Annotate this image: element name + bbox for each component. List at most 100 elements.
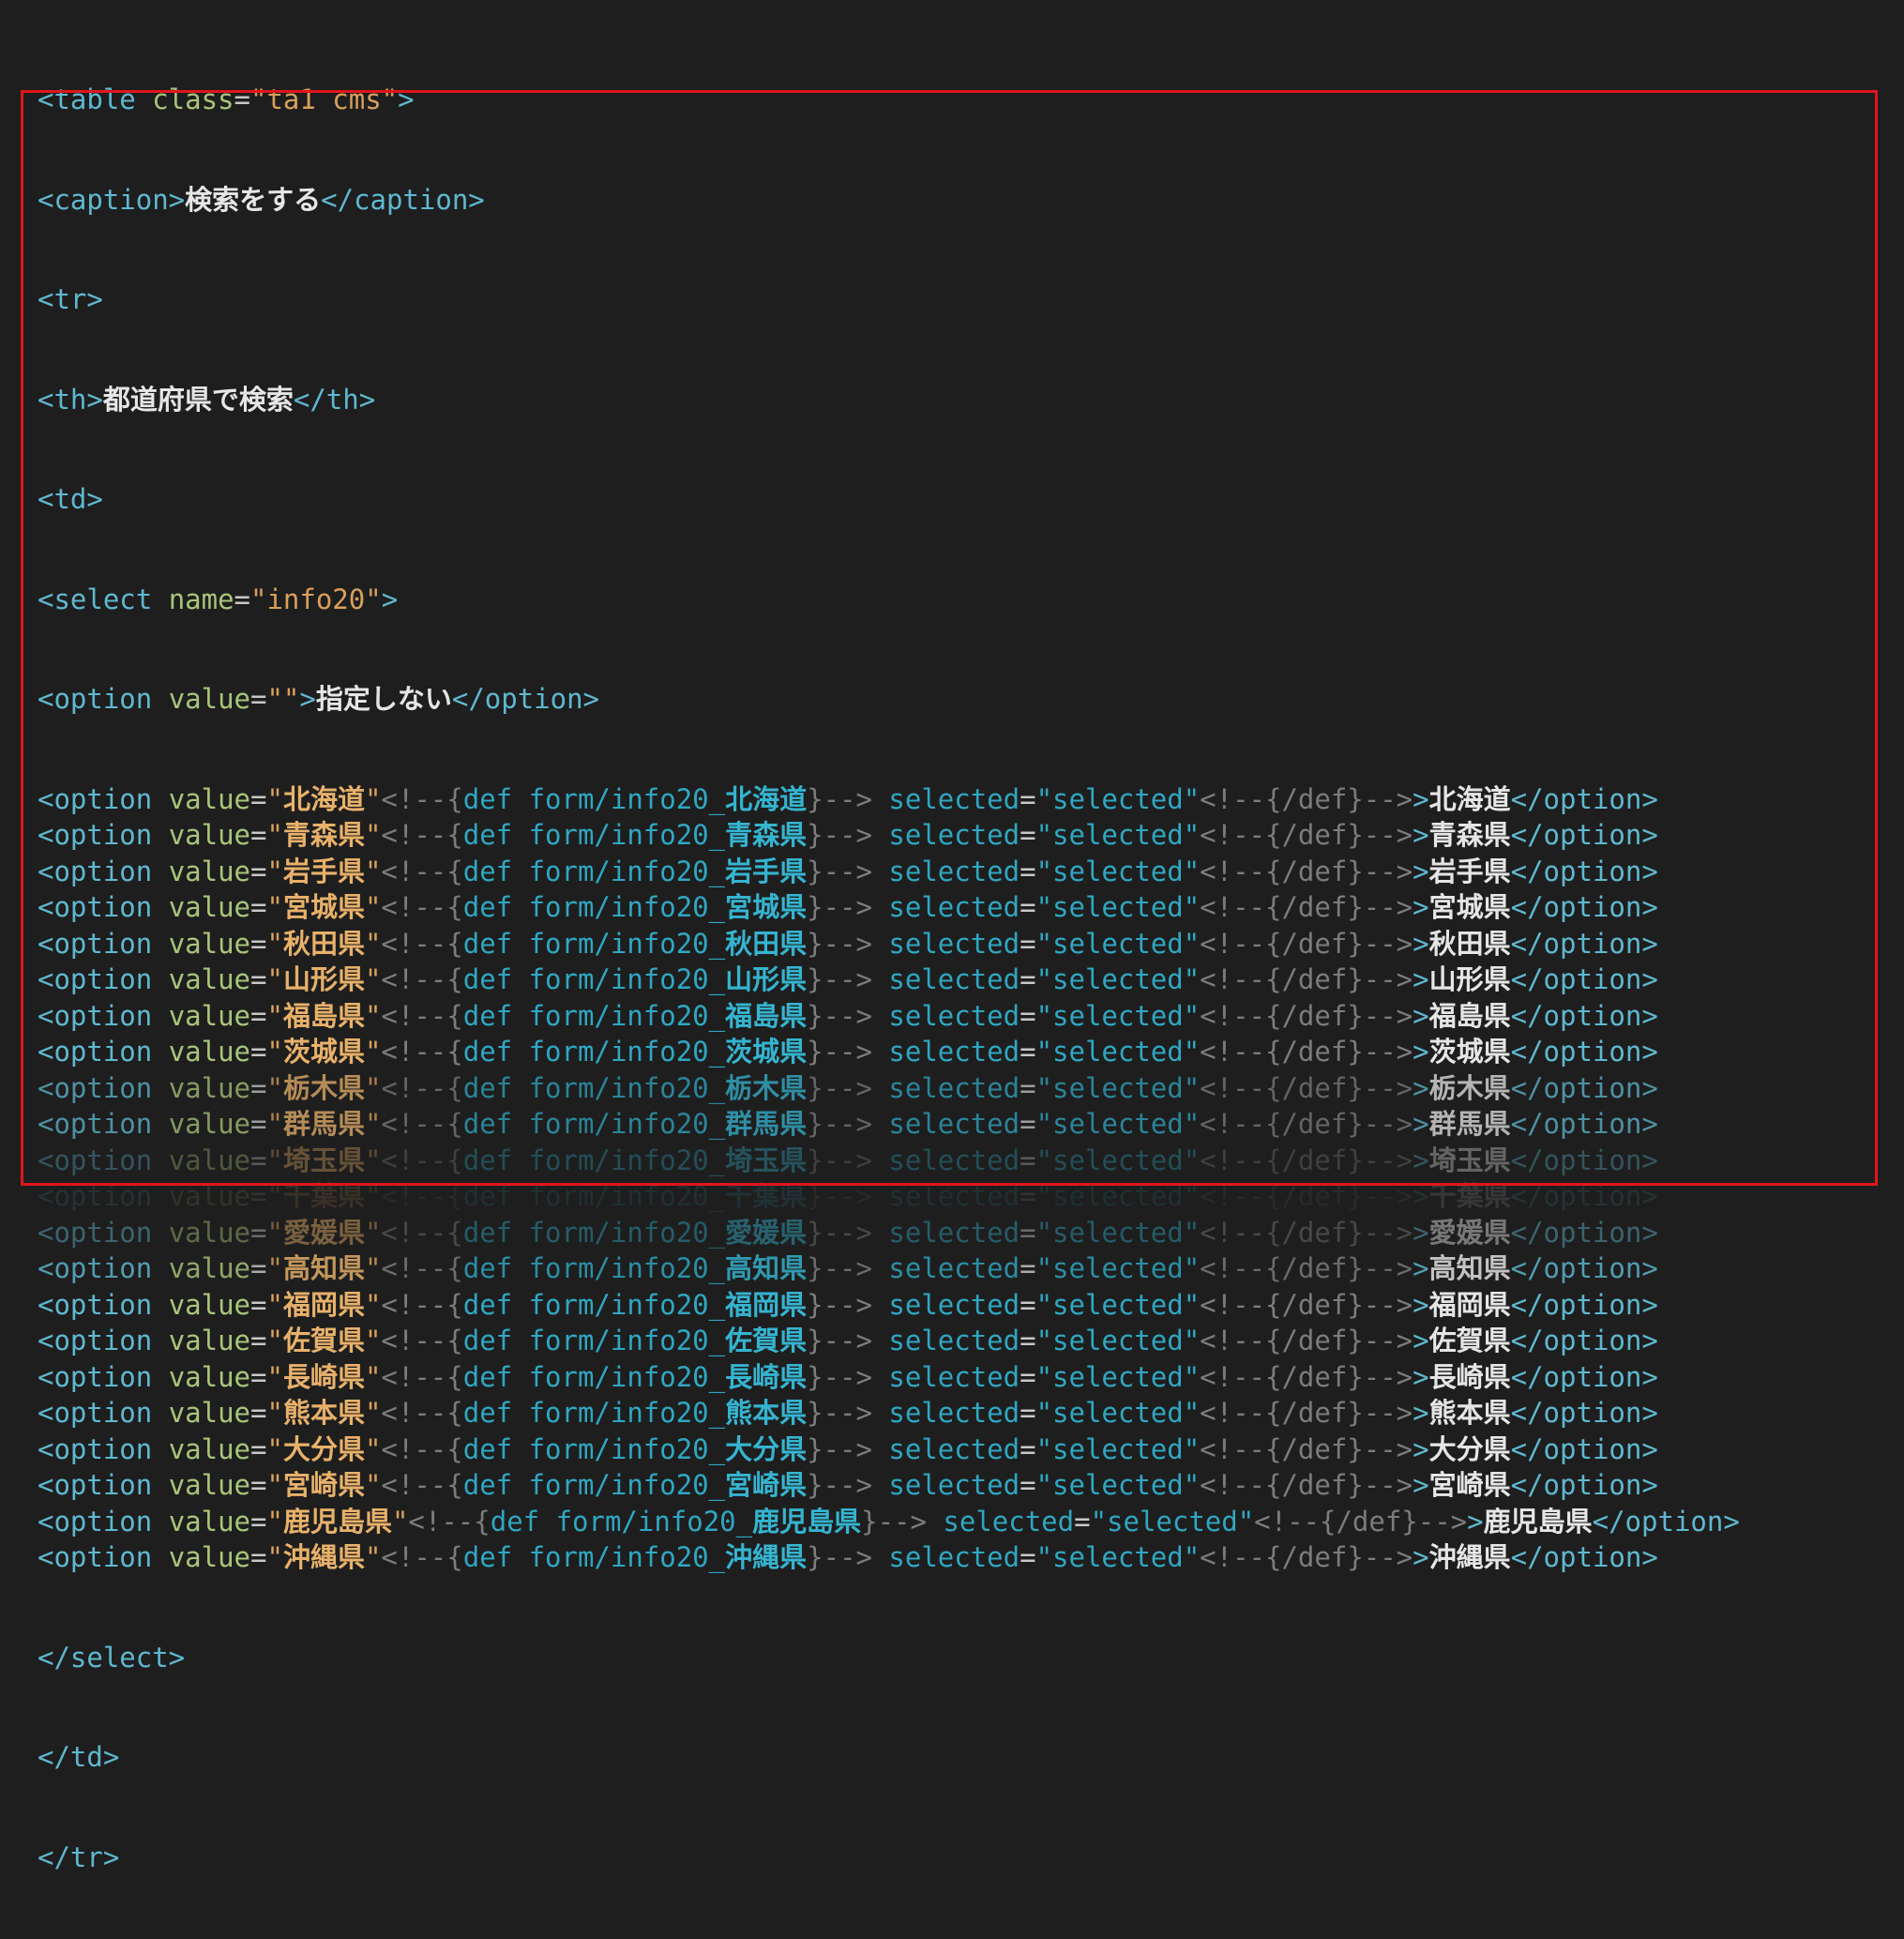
code-token: <option [38,1325,169,1356]
code-token: = [1074,1505,1091,1538]
code-token: 熊本県 [725,1397,808,1429]
code-line-option: <option value="北海道"<!--{def form/info20_… [38,781,1740,818]
code-line-option: <option value="沖縄県"<!--{def form/info20_… [38,1539,1740,1576]
code-token: def form/info20_ [490,1505,753,1538]
code-token: <!--{/def}--> [1200,999,1413,1032]
code-token: selected [871,1252,1020,1284]
code-token: <!--{ [381,1252,463,1284]
code-token: }--> [807,927,872,960]
code-token: 群馬県 [282,1108,365,1140]
string-token: "info20" [250,583,382,615]
code-token: > [1413,999,1429,1032]
code-token: " [266,1469,283,1501]
code-token: > [1413,1432,1429,1465]
code-token: " [364,1036,382,1068]
code-line-td-open: <td> [38,481,1740,518]
code-token: <!--{ [381,1216,463,1249]
code-token: <!--{ [381,1180,463,1212]
code-token: = [1020,1108,1036,1140]
code-token: </option> [1510,1469,1658,1501]
code-token: 茨城県 [282,1036,365,1068]
code-line-option: <option value="高知県"<!--{def form/info20_… [38,1250,1740,1287]
code-token: 愛媛県 [282,1216,365,1249]
code-token: " [266,782,283,815]
code-token: "selected" [1035,999,1201,1032]
tag-token: </caption> [321,183,485,216]
code-token: def form/info20_ [462,1288,726,1321]
code-token: "selected" [1035,1541,1201,1573]
code-token: 青森県 [282,819,365,851]
code-token: = [1020,1469,1036,1501]
code-area[interactable]: <table class="ta1 cms"> <caption>検索をする</… [38,18,1740,1939]
code-token: }--> [807,1252,872,1284]
code-token: " [364,1108,382,1140]
code-token: 秋田県 [282,927,365,960]
code-line-option: <option value="岩手県"<!--{def form/info20_… [38,854,1740,890]
code-token: value [168,1252,250,1284]
tag-token: </tr> [38,1841,120,1873]
code-token: 北海道 [282,782,365,815]
code-token: = [250,1325,267,1356]
tag-token: > [299,683,316,715]
code-line-option: <option value="鹿児島県"<!--{def form/info20… [38,1504,1740,1540]
code-token: 宮城県 [282,891,365,923]
code-token: = [250,819,267,851]
code-token: 佐賀県 [1428,1325,1511,1356]
code-token: "selected" [1035,1108,1201,1140]
code-token: <option [38,963,169,995]
code-token: def form/info20_ [462,1469,726,1501]
code-token: </option> [1510,999,1658,1032]
string-token: "" [266,683,300,715]
code-token: "selected" [1035,1432,1201,1465]
code-token: <!--{ [381,1288,463,1321]
code-token: 高知県 [1428,1252,1511,1284]
code-token: value [168,1469,250,1501]
code-token: 秋田県 [725,927,808,960]
code-token: 秋田県 [1428,927,1511,960]
code-token: selected [871,1071,1020,1104]
code-token: def form/info20_ [462,1108,726,1140]
code-token: 千葉県 [1428,1180,1511,1212]
code-token: def form/info20_ [462,782,726,815]
code-token: }--> [807,1036,872,1068]
code-token: 群馬県 [725,1108,808,1140]
code-line-option: <option value="千葉県"<!--{def form/info20_… [38,1178,1740,1215]
code-token: selected [871,1180,1020,1212]
code-token: def form/info20_ [462,1071,726,1104]
code-token: 大分県 [725,1432,808,1465]
code-token: = [1020,963,1036,995]
code-token: " [364,999,382,1032]
code-token: 沖縄県 [725,1541,808,1573]
code-token: "selected" [1035,1144,1201,1176]
code-token: "selected" [1035,1036,1201,1068]
tag-token: </th> [293,383,376,416]
code-token: value [168,1397,250,1429]
code-token: 栃木県 [725,1071,808,1104]
code-token: " [364,819,382,851]
code-token: value [168,963,250,995]
code-token: value [168,782,250,815]
code-token: </option> [1592,1505,1740,1538]
code-token: }--> [807,1144,872,1176]
code-token: 岩手県 [282,855,365,887]
code-token: " [364,1216,382,1249]
code-token: 北海道 [725,782,808,815]
code-token: <!--{/def}--> [1200,891,1413,923]
code-token: = [250,1397,267,1429]
code-token: </option> [1510,927,1658,960]
code-token: " [364,1325,382,1356]
code-token: <!--{ [381,963,463,995]
code-token: 山形県 [282,963,365,995]
tag-token: > [398,83,415,115]
code-token: <!--{ [381,1036,463,1068]
tag-token: <th> [38,383,103,416]
code-token: selected [871,1108,1020,1140]
attr-token: name [168,583,234,615]
eq-token: = [234,83,250,115]
code-token: value [168,819,250,851]
code-token: <!--{/def}--> [1200,1252,1413,1284]
code-editor[interactable]: <table class="ta1 cms"> <caption>検索をする</… [0,0,1904,1873]
code-token: def form/info20_ [462,927,726,960]
code-token: 福岡県 [1428,1288,1511,1321]
code-token: <option [38,782,169,815]
